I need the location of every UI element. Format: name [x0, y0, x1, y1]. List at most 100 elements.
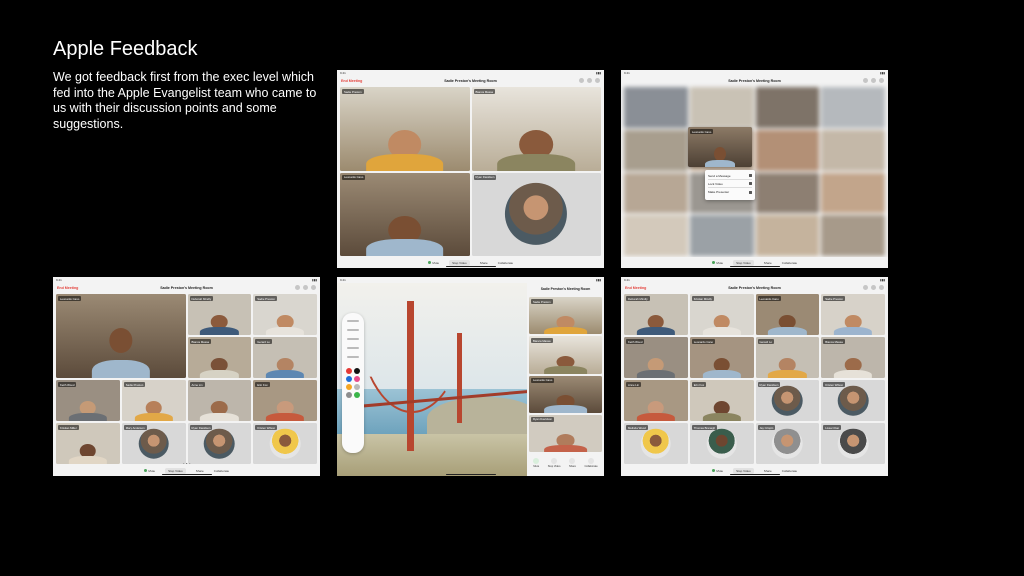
video-tile[interactable]: Bianca Massa — [187, 337, 252, 378]
settings-icon[interactable] — [303, 285, 308, 290]
video-grid: Deborah Mindly Kristian Mindly Leonardo … — [624, 294, 885, 464]
end-meeting-link[interactable]: End Meeting — [57, 283, 78, 293]
stop-video-button[interactable]: Stop Video — [449, 259, 470, 266]
video-tile[interactable]: Keith Wood — [624, 337, 688, 378]
video-tile[interactable]: Bianca Massa — [529, 336, 602, 374]
video-tile[interactable]: Leonardo Cano — [689, 337, 754, 378]
collaborate-button[interactable]: Collaborate — [584, 458, 598, 468]
camera-icon[interactable] — [595, 78, 600, 83]
video-tile[interactable]: Deborah Mindly — [187, 294, 252, 335]
video-tile[interactable]: Erin Fox — [689, 380, 754, 421]
video-tile[interactable]: Leonardo Cano — [340, 172, 470, 256]
video-tile[interactable]: Sadie Preston — [821, 294, 885, 335]
settings-icon[interactable] — [871, 78, 876, 83]
home-indicator — [445, 265, 496, 267]
video-tile[interactable]: Erin Fox — [253, 380, 317, 421]
video-tile[interactable]: Anne Lin — [624, 380, 688, 421]
video-tile[interactable]: Bianca Massa — [471, 87, 601, 171]
color-swatch-green[interactable] — [354, 392, 360, 398]
room-title: Sadie Preston's Meeting Room — [540, 287, 591, 291]
color-swatch-red[interactable] — [346, 368, 352, 374]
room-title: Sadie Preston's Meeting Room — [160, 286, 213, 290]
avatar — [505, 183, 568, 246]
room-title: Sadie Preston's Meeting Room — [444, 79, 497, 83]
video-tile[interactable]: Kristian Mindly — [689, 294, 754, 335]
menu-item-lock-video[interactable]: Lock Video — [708, 180, 752, 188]
end-meeting-link[interactable]: End Meeting — [341, 76, 362, 86]
share-button[interactable]: Share — [764, 261, 772, 265]
video-tile[interactable]: Bianca Massa — [821, 337, 885, 378]
camera-icon[interactable] — [879, 78, 884, 83]
end-meeting-link[interactable]: End Meeting — [625, 283, 646, 293]
bridge-tower — [407, 301, 414, 451]
mute-button[interactable]: Mute — [427, 261, 439, 265]
video-tile[interactable]: Leonardo Cano — [529, 375, 602, 413]
share-button[interactable]: Share — [196, 469, 204, 473]
color-swatch-black[interactable] — [354, 368, 360, 374]
video-tile[interactable]: Gerard Lo — [253, 337, 317, 378]
share-button[interactable]: Share — [569, 458, 576, 468]
whiteboard-canvas[interactable] — [337, 283, 527, 476]
pen-tool-icon[interactable] — [347, 320, 359, 322]
video-tile[interactable]: Thomas Branagh — [689, 423, 754, 464]
collaborate-button[interactable]: Collaborate — [214, 469, 229, 473]
eraser-tool-icon[interactable] — [347, 347, 359, 349]
video-tile[interactable]: Sadie Preston — [340, 87, 470, 171]
participants-icon[interactable] — [295, 285, 300, 290]
video-tile[interactable]: Sadie Preston — [121, 380, 186, 421]
video-tile[interactable]: Kristian Miller — [56, 423, 120, 464]
video-tile[interactable]: Lissa Chan — [821, 423, 885, 464]
color-swatch-grey[interactable] — [354, 384, 360, 390]
lasso-tool-icon[interactable] — [347, 356, 359, 358]
marker-tool-icon[interactable] — [347, 329, 359, 331]
collaborate-button[interactable]: Collaborate — [782, 261, 797, 265]
participants-icon[interactable] — [863, 78, 868, 83]
video-tile[interactable]: Sadie Preston — [529, 297, 602, 335]
video-tile[interactable]: Leonardo Cano — [755, 294, 820, 335]
active-speaker-tile[interactable]: Leonardo Cano — [56, 294, 186, 378]
screenshot-meeting-four-up: 9:41 ▮▮▮ End Meeting Sadie Preston's Meet… — [337, 70, 604, 268]
focused-video-tile[interactable]: Leonardo Cano — [688, 127, 752, 167]
menu-item-send-message[interactable]: Send a Message — [708, 172, 752, 180]
settings-icon[interactable] — [587, 78, 592, 83]
video-tile[interactable]: Ryan Davidson — [471, 172, 601, 256]
stop-video-button[interactable]: Stop Video — [733, 467, 754, 474]
mute-button[interactable]: Mute — [143, 469, 155, 473]
video-tile[interactable]: Mary Anderson — [121, 423, 186, 464]
camera-icon[interactable] — [311, 285, 316, 290]
video-tile[interactable]: Kristen Wilson — [253, 423, 317, 464]
collaborate-button[interactable]: Collaborate — [782, 469, 797, 473]
screenshot-meeting-gallery-grid: 9:41 ▮▮▮ End Meeting Sadie Preston's Meet… — [621, 277, 888, 476]
share-button[interactable]: Share — [480, 261, 488, 265]
highlighter-tool-icon[interactable] — [347, 338, 359, 340]
color-swatch-darkgrey[interactable] — [346, 392, 352, 398]
video-tile[interactable]: Melinda Wood — [624, 423, 688, 464]
video-tile[interactable]: Jay Crispin — [755, 423, 820, 464]
color-swatch-orange[interactable] — [346, 384, 352, 390]
video-tile[interactable]: Deborah Mindly — [624, 294, 688, 335]
camera-icon[interactable] — [879, 285, 884, 290]
menu-item-make-presenter[interactable]: Make Presenter — [708, 188, 752, 196]
video-tile[interactable]: Ryan Davidson — [187, 423, 252, 464]
video-tile[interactable]: Sadie Preston — [253, 294, 317, 335]
color-swatch-pink[interactable] — [354, 376, 360, 382]
video-tile[interactable]: Ryan Davidson — [755, 380, 820, 421]
stop-video-button[interactable]: Stop Video — [733, 259, 754, 266]
stop-video-button[interactable]: Stop Video — [548, 458, 560, 468]
color-swatch-blue[interactable] — [346, 376, 352, 382]
video-tile[interactable]: Keith Wood — [56, 380, 120, 421]
share-button[interactable]: Share — [764, 469, 772, 473]
mute-button[interactable]: Mute — [533, 458, 540, 468]
settings-icon[interactable] — [871, 285, 876, 290]
video-tile[interactable]: Gerard Lo — [755, 337, 820, 378]
collaborate-button[interactable]: Collaborate — [498, 261, 513, 265]
video-tile[interactable]: Anne Lin — [187, 380, 252, 421]
video-tile[interactable]: Ryan Davidson — [529, 414, 602, 452]
mute-button[interactable]: Mute — [711, 261, 723, 265]
stop-video-button[interactable]: Stop Video — [165, 467, 186, 474]
mute-button[interactable]: Mute — [711, 469, 723, 473]
participants-icon[interactable] — [579, 78, 584, 83]
message-icon — [749, 174, 752, 177]
video-tile[interactable]: Kristen Wilson — [821, 380, 885, 421]
participants-icon[interactable] — [863, 285, 868, 290]
